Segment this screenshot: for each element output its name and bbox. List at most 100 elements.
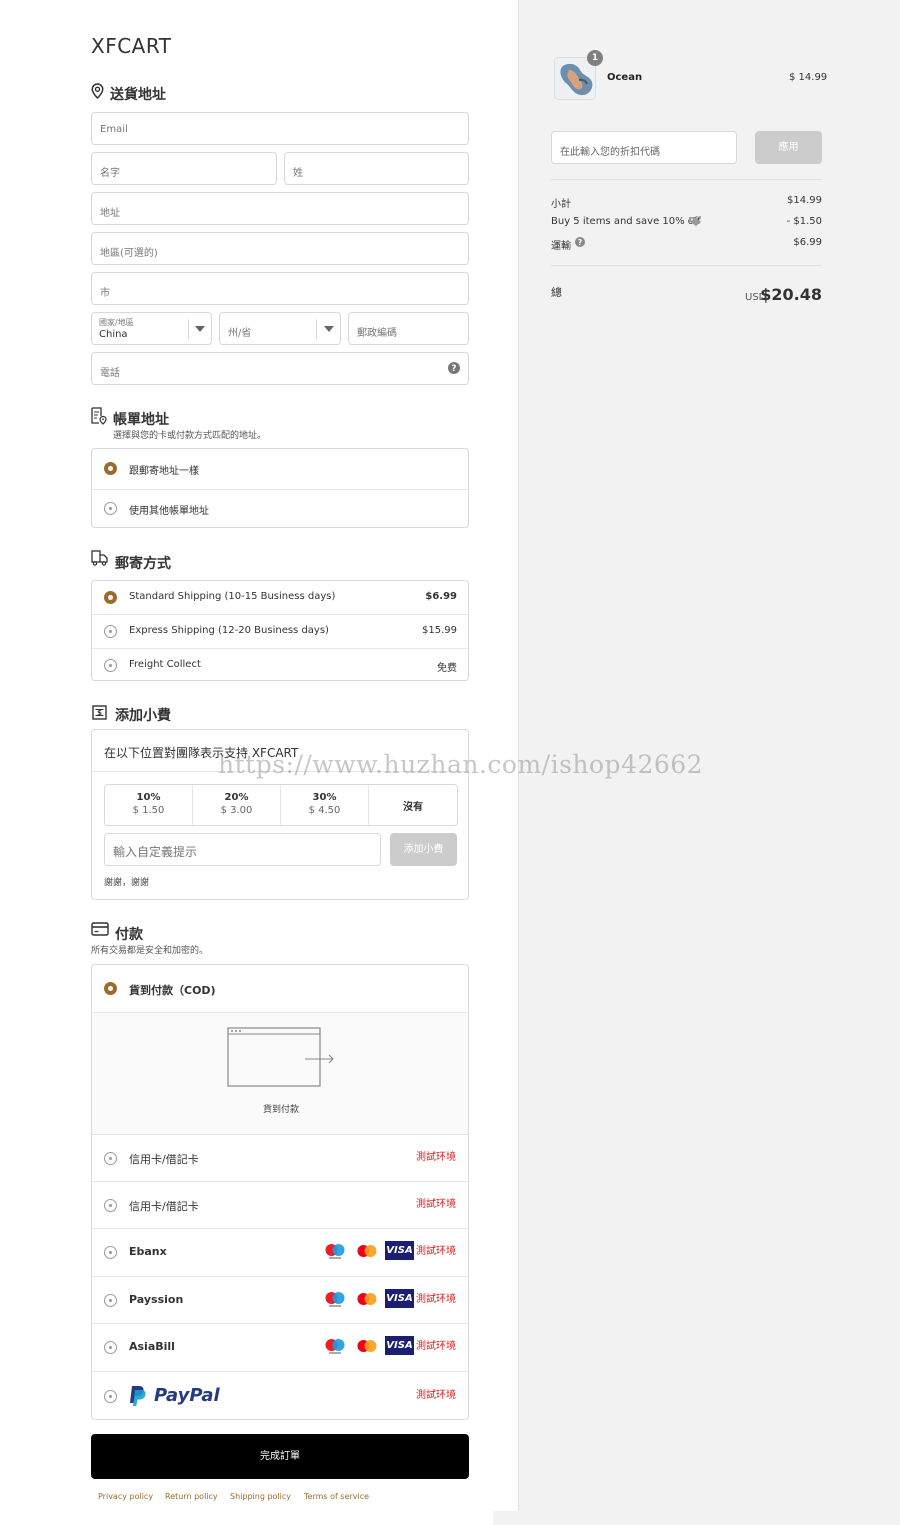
test-env-tag: 測試环境: [416, 1294, 456, 1305]
tip-option-none[interactable]: 沒有: [369, 785, 457, 825]
payment-option-paypal[interactable]: PayPal 測試环境: [92, 1371, 468, 1420]
subtotal-label: 小計: [551, 199, 571, 210]
visa-icon: VISA: [385, 1336, 414, 1355]
shipping-label: 運輸: [551, 241, 571, 252]
redirect-browser-icon: [227, 1027, 334, 1087]
help-icon[interactable]: ?: [575, 237, 585, 247]
payment-method-label: 信用卡/借記卡: [129, 1153, 199, 1166]
phone-field[interactable]: 電話 ?: [91, 352, 469, 385]
payment-method-label: 信用卡/借記卡: [129, 1200, 199, 1213]
price-tag-icon: [689, 217, 701, 226]
state-select[interactable]: 州/省: [219, 312, 341, 345]
tip-amount: $ 3.00: [220, 805, 253, 816]
city-field[interactable]: 市: [91, 272, 469, 305]
watermark-text: https://www.huzhan.com/ishop42662: [218, 750, 704, 779]
radio-selected[interactable]: [104, 462, 117, 475]
country-value: China: [99, 329, 128, 340]
radio[interactable]: [104, 1294, 117, 1307]
shipping-option-standard[interactable]: Standard Shipping (10-15 Business days) …: [92, 581, 468, 614]
maestro-icon: [325, 1244, 345, 1259]
tip-dollar-icon: $: [92, 705, 107, 720]
return-policy-link[interactable]: Return policy: [165, 1492, 218, 1501]
cod-caption: 貨到付款: [262, 1105, 299, 1115]
payment-methods: 貨到付款（COD) 貨到付款 信用卡/借記卡 測試环境 信用卡/借記卡 測試环境…: [91, 964, 469, 1420]
test-env-tag: 測試环境: [416, 1199, 456, 1210]
delivery-truck-icon: [91, 550, 108, 566]
last-name-field[interactable]: 姓: [284, 152, 469, 185]
maestro-icon: [325, 1292, 345, 1307]
select-divider: [316, 319, 317, 339]
radio[interactable]: [104, 1341, 117, 1354]
custom-tip-input[interactable]: 輸入自定義提示: [104, 833, 381, 866]
first-name-placeholder: 名字: [100, 168, 120, 179]
payment-option-cod[interactable]: 貨到付款（COD): [92, 965, 468, 1012]
tip-title: 添加小費: [115, 708, 171, 724]
location-pin-icon: [91, 83, 104, 99]
tip-percent: 20%: [224, 792, 249, 803]
shipping-option-freight[interactable]: Freight Collect 免费: [92, 648, 468, 681]
radio[interactable]: [104, 1199, 117, 1212]
address2-field[interactable]: 地區(可選的): [91, 232, 469, 265]
address-field[interactable]: 地址: [91, 192, 469, 225]
payment-option-asiabill[interactable]: AsiaBill VISA 測試环境: [92, 1323, 468, 1371]
phone-placeholder: 電話: [100, 368, 120, 379]
custom-tip-placeholder: 輸入自定義提示: [113, 845, 198, 859]
paypal-label: PayPal: [154, 1385, 220, 1406]
tip-percent: 30%: [312, 792, 337, 803]
city-placeholder: 市: [100, 288, 110, 299]
apply-discount-button[interactable]: 應用: [755, 131, 822, 164]
shipping-option-price: 免费: [437, 663, 457, 674]
privacy-policy-link[interactable]: Privacy policy: [98, 1492, 153, 1501]
tip-amount: $ 1.50: [132, 805, 165, 816]
tip-option-30[interactable]: 30% $ 4.50: [281, 785, 369, 825]
radio[interactable]: [104, 502, 117, 515]
payment-option-ebanx[interactable]: Ebanx VISA 測試环境: [92, 1228, 468, 1276]
test-env-tag: 測試环境: [416, 1341, 456, 1352]
payment-option-card-1[interactable]: 信用卡/借記卡 測試环境: [92, 1134, 468, 1181]
email-placeholder: Email: [100, 124, 128, 135]
shipping-method-options: Standard Shipping (10-15 Business days) …: [91, 580, 469, 681]
shipping-option-label: Freight Collect: [129, 659, 201, 670]
billing-document-icon: [91, 407, 107, 425]
zip-field[interactable]: 郵政編碼: [348, 312, 469, 345]
tip-option-10[interactable]: 10% $ 1.50: [105, 785, 193, 825]
subtotal-value: $14.99: [787, 195, 822, 206]
credit-card-icon: [91, 922, 109, 936]
radio[interactable]: [104, 1246, 117, 1259]
billing-option-same[interactable]: 跟郵寄地址一樣: [92, 449, 468, 489]
billing-option-other[interactable]: 使用其他帳單地址: [92, 489, 468, 528]
shipping-option-express[interactable]: Express Shipping (12-20 Business days) $…: [92, 614, 468, 648]
tip-option-20[interactable]: 20% $ 3.00: [193, 785, 281, 825]
radio-selected[interactable]: [104, 982, 117, 995]
radio[interactable]: [104, 659, 117, 672]
help-icon[interactable]: ?: [448, 362, 460, 374]
payment-title: 付款: [115, 927, 143, 943]
add-tip-button[interactable]: 添加小費: [390, 833, 457, 866]
svg-text:$: $: [97, 709, 102, 717]
radio[interactable]: [104, 1152, 117, 1165]
payment-method-label: AsiaBill: [129, 1340, 175, 1353]
payment-option-card-2[interactable]: 信用卡/借記卡 測試环境: [92, 1181, 468, 1228]
cod-details: 貨到付款: [92, 1012, 468, 1134]
billing-option-label: 使用其他帳單地址: [129, 506, 209, 517]
discount-label: Buy 5 items and save 10% off: [551, 216, 701, 227]
mastercard-icon: [357, 1245, 377, 1257]
terms-of-service-link[interactable]: Terms of service: [304, 1492, 369, 1501]
visa-icon: VISA: [385, 1241, 414, 1260]
total-value: $20.48: [760, 285, 822, 304]
payment-subtitle: 所有交易都是安全和加密的。: [91, 946, 209, 956]
complete-order-button[interactable]: 完成訂單: [91, 1434, 469, 1479]
brand-logo[interactable]: XFCART: [91, 34, 172, 58]
tip-percent: 10%: [136, 792, 161, 803]
shipping-policy-link[interactable]: Shipping policy: [230, 1492, 291, 1501]
mastercard-icon: [357, 1293, 377, 1305]
payment-option-payssion[interactable]: Payssion VISA 測試环境: [92, 1276, 468, 1323]
radio-selected[interactable]: [104, 591, 117, 604]
radio[interactable]: [104, 625, 117, 638]
discount-code-input[interactable]: 在此輸入您的折扣代碼: [551, 131, 737, 164]
first-name-field[interactable]: 名字: [91, 152, 277, 185]
radio[interactable]: [104, 1390, 117, 1403]
email-field[interactable]: Email: [91, 112, 469, 145]
billing-title: 帳單地址: [113, 412, 169, 428]
country-select[interactable]: 國家/地區 China: [91, 312, 212, 345]
